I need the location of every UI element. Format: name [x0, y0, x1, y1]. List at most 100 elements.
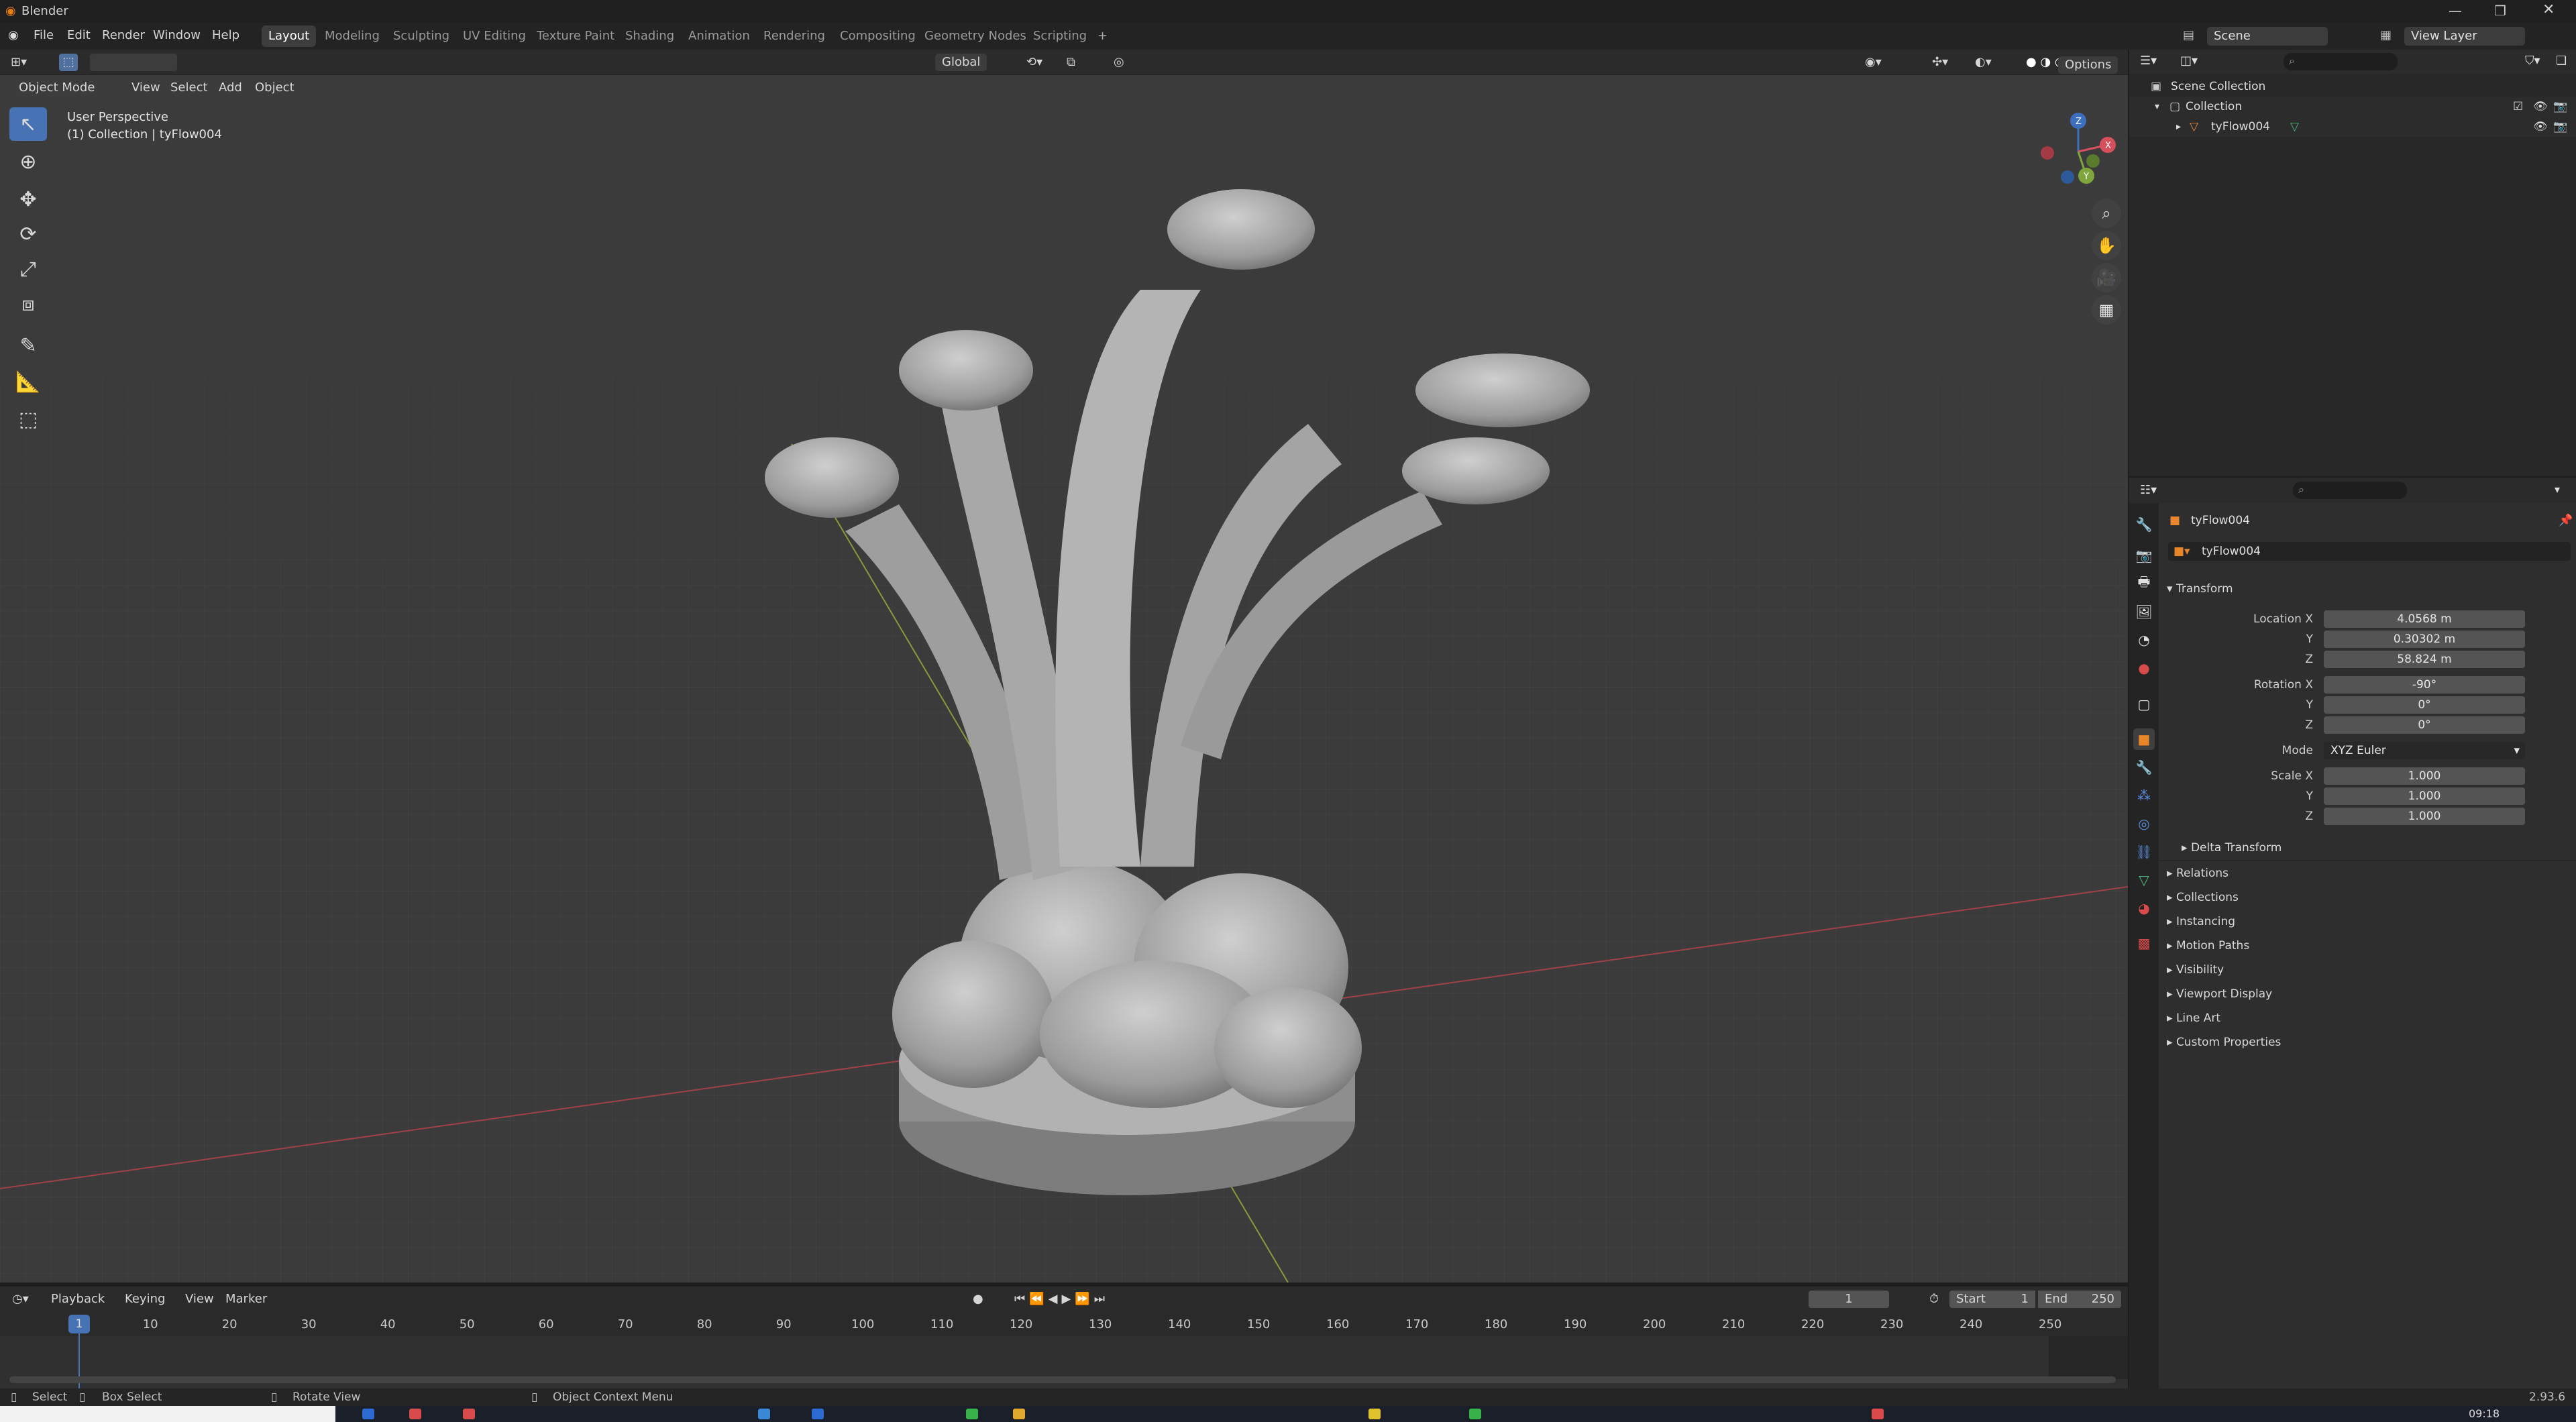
playhead[interactable]: 1	[68, 1315, 90, 1333]
world-tab-icon[interactable]: ●	[2133, 657, 2155, 679]
options-dropdown[interactable]: Options	[2058, 56, 2118, 74]
tool-tab-icon[interactable]: 🔧	[2133, 514, 2155, 535]
instancing-section[interactable]: ▸ Instancing	[2167, 915, 2235, 928]
transform-tool-icon[interactable]: ⧈	[9, 287, 47, 321]
scale-y-field[interactable]: 1.000	[2324, 787, 2525, 805]
location-z-field[interactable]: 58.824 m	[2324, 651, 2525, 668]
zoom-icon[interactable]: ⌕	[2092, 199, 2121, 228]
tab-geometry-nodes[interactable]: Geometry Nodes	[918, 25, 1033, 47]
outliner-row-object[interactable]: ▸ ▽ tyFlow004 ▽ 👁 📷	[2129, 117, 2576, 137]
tab-layout[interactable]: Layout	[262, 25, 317, 47]
taskbar-app-icon[interactable]	[1013, 1409, 1025, 1419]
modifier-tab-icon[interactable]: 🔧	[2133, 757, 2155, 778]
add-cube-tool-icon[interactable]: ⬚	[9, 402, 47, 436]
blender-menu-icon[interactable]: ◉	[8, 28, 19, 42]
taskbar-app-icon[interactable]	[409, 1409, 421, 1419]
material-tab-icon[interactable]: ◕	[2133, 897, 2155, 919]
proportional-edit-icon[interactable]: ◎	[1114, 54, 1124, 71]
physics-tab-icon[interactable]: ◎	[2133, 813, 2155, 834]
minimize-icon[interactable]: —	[2449, 3, 2462, 19]
tab-animation[interactable]: Animation	[682, 25, 757, 47]
outliner-row-collection[interactable]: ▾ ▢ Collection ☑ 👁 📷	[2129, 97, 2576, 117]
collections-section[interactable]: ▸ Collections	[2167, 891, 2239, 904]
pivot-icon[interactable]: ⟲▾	[1026, 54, 1042, 71]
select-tool-icon[interactable]: ⬚	[59, 54, 78, 71]
menu-add[interactable]: Add	[219, 79, 242, 97]
properties-search-input[interactable]: ⌕	[2293, 482, 2407, 499]
visibility-section[interactable]: ▸ Visibility	[2167, 963, 2224, 977]
3d-viewport[interactable]: User Perspective (1) Collection | tyFlow…	[0, 75, 2128, 1282]
cursor-tool-icon[interactable]: ⊕	[9, 145, 47, 178]
menu-window[interactable]: Window	[153, 28, 201, 42]
camera-view-icon[interactable]: 🎥	[2092, 263, 2121, 292]
taskbar-app-icon[interactable]	[1368, 1409, 1381, 1419]
rotation-z-field[interactable]: 0°	[2324, 716, 2525, 734]
menu-object[interactable]: Object	[255, 79, 294, 97]
object-name-field[interactable]: ■▾ tyFlow004	[2168, 542, 2571, 561]
filter-icon[interactable]: ⛉▾	[2525, 54, 2540, 68]
timeline-panel[interactable]: 1 10 20 30 40 50 60 70 80 90 100 110 120 130 140 150 16…	[0, 1313, 2128, 1388]
menu-help[interactable]: Help	[212, 28, 239, 42]
custom-properties-section[interactable]: ▸ Custom Properties	[2167, 1036, 2281, 1049]
checkbox-icon[interactable]: ☑	[2513, 97, 2523, 117]
transform-section-header[interactable]: ▾ Transform	[2167, 582, 2233, 596]
menu-playback[interactable]: Playback	[51, 1291, 105, 1308]
timeline-editor-icon[interactable]: ◷▾	[12, 1291, 29, 1308]
current-frame-field[interactable]: 1	[1809, 1291, 1889, 1308]
particles-tab-icon[interactable]: ⁂	[2133, 785, 2155, 806]
taskbar-app-icon[interactable]	[362, 1409, 374, 1419]
menu-render[interactable]: Render	[102, 28, 145, 42]
rotate-tool-icon[interactable]: ⟳	[9, 217, 47, 251]
new-collection-icon[interactable]: ❏	[2556, 54, 2567, 68]
visibility-icon[interactable]: ◉▾	[1865, 54, 1882, 71]
selection-mode-buttons[interactable]	[90, 54, 177, 71]
object-mode-dropdown[interactable]: Object Mode	[12, 79, 102, 97]
menu-select[interactable]: Select	[170, 79, 208, 97]
expand-icon[interactable]: ▸	[2176, 117, 2181, 137]
tab-modeling[interactable]: Modeling	[318, 25, 386, 47]
rotation-mode-dropdown[interactable]: XYZ Euler ▾	[2324, 742, 2525, 759]
render-tab-icon[interactable]: 📷	[2133, 545, 2155, 566]
timeline-scrollbar[interactable]	[9, 1376, 2116, 1383]
delta-transform-section[interactable]: ▸ Delta Transform	[2182, 841, 2282, 855]
outliner-search-input[interactable]: ⌕	[2284, 53, 2398, 70]
location-y-field[interactable]: 0.30302 m	[2324, 631, 2525, 648]
taskbar-app-icon[interactable]	[1469, 1409, 1481, 1419]
start-frame-field[interactable]: Start 1	[1949, 1291, 2035, 1308]
gizmo-toggle-icon[interactable]: ✣▾	[1932, 54, 1948, 71]
taskbar-app-icon[interactable]	[463, 1409, 475, 1419]
location-x-field[interactable]: 4.0568 m	[2324, 610, 2525, 628]
editor-type-icon[interactable]: ⊞▾	[11, 54, 27, 71]
menu-edit[interactable]: Edit	[67, 28, 91, 42]
select-box-tool-icon[interactable]: ↖	[9, 107, 47, 141]
menu-timeline-view[interactable]: View	[185, 1291, 214, 1308]
measure-tool-icon[interactable]: 📐	[9, 365, 47, 398]
object-tab-icon[interactable]: ■	[2133, 728, 2155, 750]
eye-icon[interactable]: 👁	[2533, 97, 2548, 117]
tab-compositing[interactable]: Compositing	[833, 25, 922, 47]
view-layer-selector[interactable]: View Layer	[2404, 27, 2525, 46]
texture-tab-icon[interactable]: ▩	[2133, 932, 2155, 954]
transform-orientation-dropdown[interactable]: Global	[935, 54, 987, 71]
camera-icon[interactable]: 📷	[2553, 97, 2567, 117]
motion-paths-section[interactable]: ▸ Motion Paths	[2167, 939, 2249, 952]
taskbar-app-icon[interactable]	[758, 1409, 770, 1419]
tab-sculpting[interactable]: Sculpting	[386, 25, 456, 47]
scale-x-field[interactable]: 1.000	[2324, 767, 2525, 785]
menu-view[interactable]: View	[131, 79, 160, 97]
outliner-row-scene-collection[interactable]: ▣ Scene Collection	[2129, 76, 2576, 97]
outliner-editor-icon[interactable]: ☰▾	[2140, 54, 2157, 68]
tab-uv-editing[interactable]: UV Editing	[456, 25, 533, 47]
display-mode-icon[interactable]: ◫▾	[2180, 54, 2198, 68]
navigation-gizmo[interactable]: Z X Y	[2038, 111, 2118, 192]
scale-tool-icon[interactable]: ⤢	[9, 252, 47, 286]
add-workspace-button[interactable]: +	[1091, 25, 1114, 47]
menu-marker[interactable]: Marker	[225, 1291, 267, 1308]
pin-icon[interactable]: 📌	[2559, 514, 2573, 527]
ortho-grid-icon[interactable]: ▦	[2092, 295, 2121, 325]
output-tab-icon[interactable]: 🖶	[2133, 573, 2155, 594]
tab-shading[interactable]: Shading	[619, 25, 681, 47]
line-art-section[interactable]: ▸ Line Art	[2167, 1011, 2220, 1025]
restore-icon[interactable]: ❐	[2494, 3, 2506, 19]
menu-file[interactable]: File	[34, 28, 54, 42]
